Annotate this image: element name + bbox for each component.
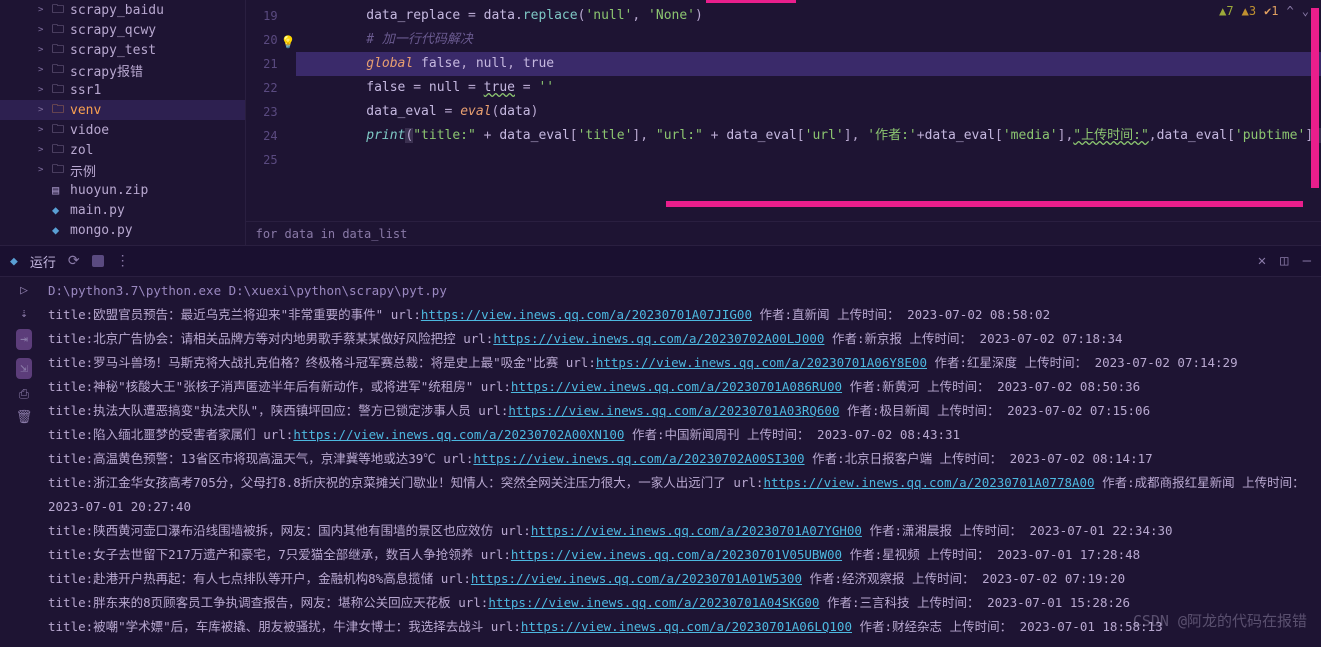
file-main.py[interactable]: ◆main.py <box>0 200 245 220</box>
scroll-end-icon[interactable]: ⇲ <box>16 358 32 379</box>
code-line-19[interactable]: data_replace = data.replace('null', 'Non… <box>296 4 1321 28</box>
folder-示例[interactable]: >🗀示例 <box>0 160 245 180</box>
url-link[interactable]: https://view.inews.qq.com/a/20230701A01W… <box>471 571 802 586</box>
folder-venv[interactable]: >🗀venv <box>0 100 245 120</box>
folder-scrapy_baidu[interactable]: >🗀scrapy_baidu <box>0 0 245 20</box>
file-mongo.py[interactable]: ◆mongo.py <box>0 220 245 240</box>
next-highlight[interactable]: ⌄ <box>1302 4 1309 18</box>
stop-button[interactable] <box>92 255 104 267</box>
rerun-button[interactable]: ⟳ <box>68 253 80 269</box>
warning-icon[interactable]: ▲7 <box>1219 4 1233 18</box>
folder-zol[interactable]: >🗀zol <box>0 140 245 160</box>
url-link[interactable]: https://view.inews.qq.com/a/20230702A00L… <box>493 331 824 346</box>
console-cmd: D:\python3.7\python.exe D:\xuexi\python\… <box>48 279 1321 303</box>
run-label: 运行 <box>30 252 56 271</box>
console-line: title:陕西黄河壶口瀑布沿线围墙被拆，网友：国内其他有围墙的景区也应效仿 u… <box>48 519 1321 543</box>
folder-scrapy_test[interactable]: >🗀scrapy_test <box>0 40 245 60</box>
console-line: title:赴港开户热再起：有人七点排队等开户，金融机构8%高息揽储 url:h… <box>48 567 1321 591</box>
folder-scrapy报错[interactable]: >🗀scrapy报错 <box>0 60 245 80</box>
project-tree: >🗀scrapy_baidu>🗀scrapy_qcwy>🗀scrapy_test… <box>0 0 246 245</box>
url-link[interactable]: https://view.inews.qq.com/a/20230701A06L… <box>521 619 852 634</box>
console-line: title:胖东来的8页顾客员工争执调查报告，网友：堪称公关回应天花板 url:… <box>48 591 1321 615</box>
console-line: title:陷入缅北噩梦的受害者家属们 url:https://view.ine… <box>48 423 1321 447</box>
url-link[interactable]: https://view.inews.qq.com/a/20230701A086… <box>511 379 842 394</box>
code-line-22[interactable]: false = null = true = '' <box>296 76 1321 100</box>
breadcrumb[interactable]: for data in data_list <box>246 221 1321 245</box>
code-area[interactable]: 💡 data_replace = data.replace('null', 'N… <box>296 0 1321 221</box>
print-icon[interactable]: ⎙ <box>19 387 29 402</box>
code-line-24[interactable]: print("title:" + data_eval['title'], "ur… <box>296 124 1321 148</box>
console-line: title:被嘲"学术嫖"后，车库被撬、朋友被骚扰，牛津女博士：我选择去战斗 u… <box>48 615 1321 639</box>
scroll-indicator-right <box>1311 8 1319 188</box>
code-editor[interactable]: 19202122232425 💡 data_replace = data.rep… <box>246 0 1321 221</box>
trash-icon[interactable]: 🗑 <box>16 410 33 425</box>
scroll-indicator-bottom <box>666 201 1303 207</box>
url-link[interactable]: https://view.inews.qq.com/a/20230702A00X… <box>293 427 624 442</box>
bulb-icon[interactable]: 💡 <box>281 30 296 54</box>
console-line: title:罗马斗兽场！马斯克将大战扎克伯格？终极格斗冠军赛总裁：将是史上最"吸… <box>48 351 1321 375</box>
console-output[interactable]: D:\python3.7\python.exe D:\xuexi\python\… <box>48 277 1321 647</box>
console-line: title:神秘"核酸大王"张核子消声匿迹半年后有新动作，或将进军"统租房" u… <box>48 375 1321 399</box>
inspection-status[interactable]: ▲7 ▲3 ✔1 ^ ⌄ <box>1219 4 1309 18</box>
warning-weak-icon[interactable]: ▲3 <box>1242 4 1256 18</box>
code-line-21[interactable]: global false, null, true <box>296 52 1321 76</box>
console-line: title:执法大队遭恶搞变"执法犬队"，陕西镇坪回应：警方已锁定涉事人员 ur… <box>48 399 1321 423</box>
console-line: title:浙江金华女孩高考705分，父母打8.8折庆祝的京菜摊关门歇业！知情人… <box>48 471 1321 495</box>
prev-highlight[interactable]: ^ <box>1287 4 1294 18</box>
code-line-23[interactable]: data_eval = eval(data) <box>296 100 1321 124</box>
typo-icon[interactable]: ✔1 <box>1264 4 1278 18</box>
minimize-button[interactable]: — <box>1303 253 1311 269</box>
url-link[interactable]: https://view.inews.qq.com/a/20230701A077… <box>763 475 1094 490</box>
run-sidebar: ▷ ⇣ ⇥ ⇲ ⎙ 🗑 <box>0 277 48 647</box>
console-line: title:欧盟官员预告：最近乌克兰将迎来"非常重要的事件" url:https… <box>48 303 1321 327</box>
url-link[interactable]: https://view.inews.qq.com/a/20230702A00S… <box>473 451 804 466</box>
url-link[interactable]: https://view.inews.qq.com/a/20230701A07J… <box>421 307 752 322</box>
run-toolbar: ◆ 运行 ⟳ ⋮ ✕ ◫ — <box>0 245 1321 277</box>
soft-wrap-icon[interactable]: ⇥ <box>16 329 32 350</box>
layout-button[interactable]: ◫ <box>1280 253 1288 269</box>
folder-ssr1[interactable]: >🗀ssr1 <box>0 80 245 100</box>
python-icon: ◆ <box>10 254 18 269</box>
folder-scrapy_qcwy[interactable]: >🗀scrapy_qcwy <box>0 20 245 40</box>
console-line: title:女子去世留下217万遗产和豪宅，7只爱猫全部继承，数百人争抢领养 u… <box>48 543 1321 567</box>
folder-vidoe[interactable]: >🗀vidoe <box>0 120 245 140</box>
file-huoyun.zip[interactable]: ▤huoyun.zip <box>0 180 245 200</box>
url-link[interactable]: https://view.inews.qq.com/a/20230701A03R… <box>508 403 839 418</box>
more-button[interactable]: ⋮ <box>116 253 130 269</box>
url-link[interactable]: https://view.inews.qq.com/a/20230701A04S… <box>488 595 819 610</box>
console-line: 2023-07-01 20:27:40 <box>48 495 1321 519</box>
code-line-25[interactable] <box>296 148 1321 172</box>
step-down-icon[interactable]: ⇣ <box>20 306 28 321</box>
close-panel-button[interactable]: ✕ <box>1258 253 1266 269</box>
console-line: title:北京广告协会：请相关品牌方等对内地男歌手蔡某某做好风险把控 url:… <box>48 327 1321 351</box>
rerun-icon[interactable]: ▷ <box>20 283 28 298</box>
url-link[interactable]: https://view.inews.qq.com/a/20230701V05U… <box>511 547 842 562</box>
watermark: CSDN @阿龙的代码在报错 <box>1133 610 1307 631</box>
url-link[interactable]: https://view.inews.qq.com/a/20230701A07Y… <box>531 523 862 538</box>
console-line: title:高温黄色预警：13省区市将现高温天气，京津冀等地或达39℃ url:… <box>48 447 1321 471</box>
code-line-20[interactable]: # 加一行代码解决 <box>296 28 1321 52</box>
url-link[interactable]: https://view.inews.qq.com/a/20230701A06Y… <box>596 355 927 370</box>
